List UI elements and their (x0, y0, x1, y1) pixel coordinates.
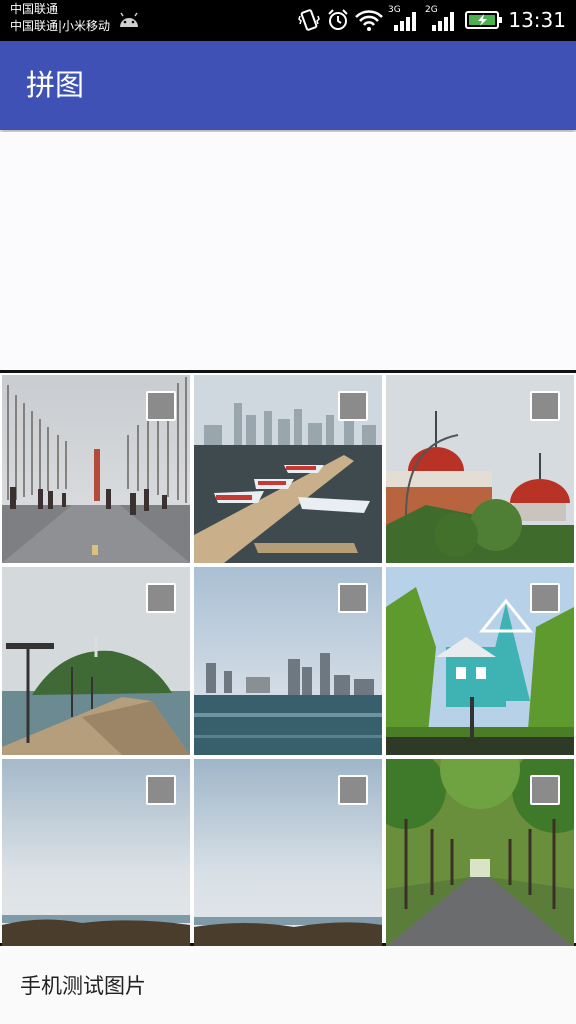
app-bar: 拼图 (0, 41, 576, 130)
battery-charging-icon (465, 11, 502, 29)
photo-breakwater-island[interactable] (2, 567, 190, 755)
carrier-name-2: 中国联通|小米移动 (10, 19, 111, 33)
status-bar: 中国联通 中国联通|小米移动 3G 2G 13:31 (0, 0, 576, 41)
wifi-icon (355, 10, 383, 31)
photo-city-skyline[interactable] (194, 567, 382, 755)
photo-flag-plaza[interactable] (2, 375, 190, 563)
select-checkbox[interactable] (338, 583, 368, 613)
alarm-icon (328, 9, 348, 30)
clock: 13:31 (508, 8, 566, 32)
select-checkbox[interactable] (146, 583, 176, 613)
puzzle-preview-area[interactable] (0, 132, 576, 370)
carrier-name-1: 中国联通 (10, 2, 59, 16)
photo-sky-shore-2[interactable] (194, 759, 382, 947)
signal-icon (394, 12, 416, 31)
select-checkbox[interactable] (530, 583, 560, 613)
photo-sky-shore-1[interactable] (2, 759, 190, 947)
photo-marina[interactable] (194, 375, 382, 563)
album-name: 手机测试图片 (20, 974, 146, 998)
photo-teal-house[interactable] (386, 567, 574, 755)
album-footer[interactable]: 手机测试图片 (0, 946, 576, 1024)
select-checkbox[interactable] (146, 391, 176, 421)
select-checkbox[interactable] (338, 775, 368, 805)
page-title: 拼图 (26, 68, 85, 102)
vibrate-icon (298, 9, 320, 31)
signal-icon (432, 12, 454, 31)
android-icon (120, 12, 138, 27)
select-checkbox[interactable] (146, 775, 176, 805)
select-checkbox[interactable] (530, 391, 560, 421)
photo-red-domes[interactable] (386, 375, 574, 563)
photo-tree-road[interactable] (386, 759, 574, 947)
select-checkbox[interactable] (338, 391, 368, 421)
select-checkbox[interactable] (530, 775, 560, 805)
photo-grid (0, 370, 576, 947)
